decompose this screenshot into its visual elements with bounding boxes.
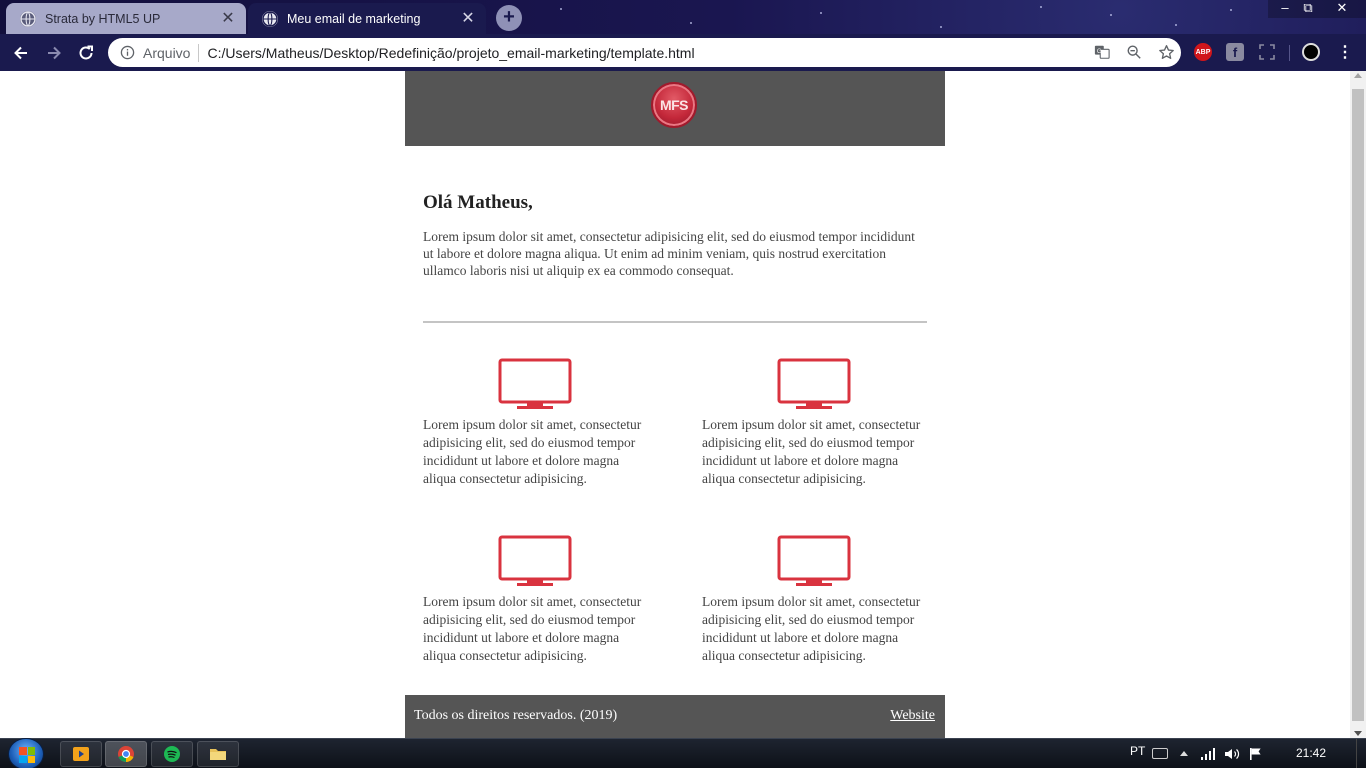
monitor-icon	[702, 535, 926, 587]
show-hidden-icons-icon[interactable]	[1180, 751, 1188, 756]
clock[interactable]: 21:42	[1296, 746, 1326, 760]
scheme-label: Arquivo	[143, 44, 191, 61]
copyright-text: Todos os direitos reservados. (2019)	[414, 708, 618, 723]
scroll-down-arrow-icon[interactable]	[1354, 731, 1362, 736]
feature-block: Lorem ipsum dolor sit amet, consectetur …	[702, 358, 932, 488]
reload-icon	[79, 45, 93, 60]
page-viewport: MFS Olá Matheus, Lorem ipsum dolor sit a…	[0, 71, 1350, 738]
close-tab-icon[interactable]: ✕	[456, 10, 480, 27]
feature-block: Lorem ipsum dolor sit amet, consectetur …	[423, 358, 653, 488]
feature-text: Lorem ipsum dolor sit amet, consectetur …	[423, 417, 642, 486]
keyboard-icon[interactable]	[1152, 748, 1168, 759]
tab-email-marketing[interactable]: Meu email de marketing ✕	[248, 3, 486, 34]
website-link[interactable]: Website	[890, 708, 935, 724]
monitor-icon	[423, 358, 647, 410]
close-tab-icon[interactable]: ✕	[216, 10, 240, 27]
background-star	[820, 12, 822, 14]
taskbar-chrome[interactable]	[105, 741, 147, 767]
toolbar-separator	[1289, 45, 1290, 61]
feature-text: Lorem ipsum dolor sit amet, consectetur …	[702, 417, 921, 486]
scroll-up-arrow-icon[interactable]	[1354, 73, 1362, 78]
email-header: MFS	[405, 71, 945, 146]
feature-block: Lorem ipsum dolor sit amet, consectetur …	[702, 535, 932, 665]
globe-icon	[20, 10, 36, 27]
profile-avatar[interactable]	[1302, 43, 1320, 61]
background-star	[560, 8, 562, 10]
action-center-flag-icon[interactable]	[1249, 747, 1263, 761]
monitor-icon	[702, 358, 926, 410]
reload-button[interactable]	[73, 40, 99, 66]
os-taskbar: PT 21:42	[0, 738, 1366, 768]
show-desktop-button[interactable]	[1356, 739, 1366, 768]
taskbar-spotify[interactable]	[151, 741, 193, 767]
chrome-icon	[118, 746, 134, 763]
bookmark-star-icon[interactable]	[1157, 43, 1175, 61]
browser-tab-strip: Strata by HTML5 UP ✕ Meu email de market…	[0, 0, 1366, 34]
adblock-extension-icon[interactable]: ABP	[1194, 43, 1212, 61]
arrow-right-icon	[48, 46, 61, 60]
feature-text: Lorem ipsum dolor sit amet, consectetur …	[702, 594, 921, 663]
email-footer: Todos os direitos reservados. (2019) Web…	[405, 695, 945, 738]
back-button[interactable]	[8, 40, 34, 66]
forward-button[interactable]	[41, 40, 67, 66]
tab-title: Meu email de marketing	[287, 11, 421, 26]
taskbar-media-player[interactable]	[60, 741, 102, 767]
browser-toolbar: Arquivo C:/Users/Matheus/Desktop/Redefin…	[0, 34, 1366, 71]
windows-logo-icon	[19, 747, 35, 763]
tab-strata[interactable]: Strata by HTML5 UP ✕	[6, 3, 246, 34]
folder-icon	[210, 749, 226, 760]
menu-kebab-icon[interactable]: ⋮	[1336, 43, 1354, 61]
screen-capture-icon[interactable]	[1258, 43, 1276, 61]
brand-logo: MFS	[651, 82, 697, 128]
greeting-heading: Olá Matheus,	[423, 192, 533, 213]
address-bar[interactable]: Arquivo C:/Users/Matheus/Desktop/Redefin…	[108, 38, 1181, 67]
new-tab-button[interactable]: +	[496, 5, 522, 31]
feature-text: Lorem ipsum dolor sit amet, consectetur …	[423, 594, 642, 663]
facebook-extension-icon[interactable]: f	[1226, 43, 1244, 61]
restore-button[interactable]: ⧉	[1293, 0, 1323, 18]
scroll-thumb[interactable]	[1352, 89, 1364, 721]
background-star	[690, 22, 692, 24]
svg-text:G: G	[1097, 48, 1102, 55]
omnibox-actions: G	[1093, 43, 1175, 61]
background-star	[940, 26, 942, 28]
background-star	[1175, 24, 1177, 26]
background-star	[1230, 9, 1232, 11]
tab-title: Strata by HTML5 UP	[45, 11, 161, 26]
language-indicator[interactable]: PT	[1130, 744, 1145, 758]
globe-icon	[262, 10, 278, 27]
vertical-scrollbar[interactable]	[1350, 71, 1366, 738]
background-star	[1110, 14, 1112, 16]
intro-paragraph: Lorem ipsum dolor sit amet, consectetur …	[423, 229, 915, 278]
taskbar-file-explorer[interactable]	[197, 741, 239, 767]
media-player-icon	[73, 747, 89, 761]
volume-icon[interactable]	[1224, 747, 1240, 761]
info-icon[interactable]	[120, 45, 135, 60]
feature-block: Lorem ipsum dolor sit amet, consectetur …	[423, 535, 653, 665]
email-template: MFS Olá Matheus, Lorem ipsum dolor sit a…	[405, 71, 945, 738]
spotify-icon	[164, 746, 180, 762]
zoom-icon[interactable]	[1125, 43, 1143, 61]
address-separator	[198, 43, 200, 62]
translate-icon[interactable]: G	[1093, 43, 1111, 61]
url-text[interactable]: C:/Users/Matheus/Desktop/Redefinição/pro…	[207, 45, 694, 61]
network-signal-icon[interactable]	[1200, 747, 1216, 761]
start-button[interactable]	[8, 738, 44, 768]
arrow-left-icon	[14, 46, 27, 60]
monitor-icon	[423, 535, 647, 587]
background-star	[1040, 6, 1042, 8]
close-window-button[interactable]: ✕	[1320, 0, 1364, 18]
section-divider	[423, 321, 927, 323]
